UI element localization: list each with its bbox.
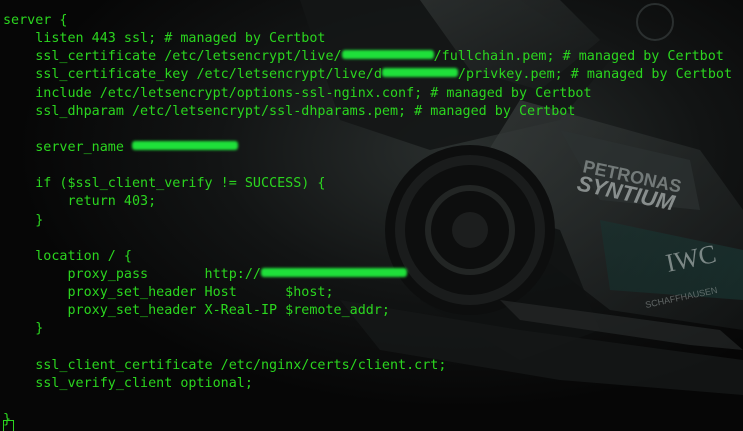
code-line: } xyxy=(3,412,12,428)
code-line: } xyxy=(3,321,44,337)
code-line: ssl_certificate /etc/letsencrypt/live/ /f… xyxy=(3,48,732,66)
code-line: if ($ssl_client_verify != SUCCESS) { xyxy=(3,176,326,192)
code-line: server_name xyxy=(3,139,732,157)
code-line: proxy_set_header Host $host; xyxy=(3,285,334,301)
code-line: proxy_set_header X-Real-IP $remote_addr; xyxy=(3,303,390,319)
text-cursor xyxy=(3,420,14,431)
code-line: listen 443 ssl; # managed by Certbot xyxy=(3,31,326,47)
code-line: return 403; xyxy=(3,194,157,210)
code-text: ssl_certificate /etc/letsencrypt/live/ xyxy=(3,49,342,65)
code-text: proxy_pass http:// xyxy=(3,266,261,282)
code-text: /fullchain.pem; # managed by Certbot xyxy=(433,49,724,65)
code-text: server_name xyxy=(3,139,132,155)
command-prompt[interactable] xyxy=(3,420,14,431)
code-line: ssl_client_certificate /etc/nginx/certs/… xyxy=(3,357,447,373)
redacted-server-name xyxy=(132,140,238,150)
code-text: ssl_certificate_key /etc/letsencrypt/liv… xyxy=(3,67,382,83)
code-line: server { xyxy=(3,13,68,28)
code-text: /privkey.pem; # managed by Certbot xyxy=(457,67,733,83)
redacted-domain xyxy=(381,68,458,78)
code-line: ssl_dhparam /etc/letsencrypt/ssl-dhparam… xyxy=(3,103,576,119)
code-line: location / { xyxy=(3,248,132,264)
redacted-domain xyxy=(341,50,434,60)
redacted-upstream xyxy=(260,267,407,277)
terminal-window[interactable]: PETRONAS SYNTIUM IWC SCHAFFHAUSEN server… xyxy=(0,0,743,431)
code-line: } xyxy=(3,212,44,228)
terminal-output: server { listen 443 ssl; # managed by Ce… xyxy=(3,12,732,429)
code-line: proxy_pass http:// xyxy=(3,266,732,284)
code-line: ssl_certificate_key /etc/letsencrypt/liv… xyxy=(3,66,732,84)
code-line: ssl_verify_client optional; xyxy=(3,375,253,391)
code-line: include /etc/letsencrypt/options-ssl-ngi… xyxy=(3,85,592,101)
